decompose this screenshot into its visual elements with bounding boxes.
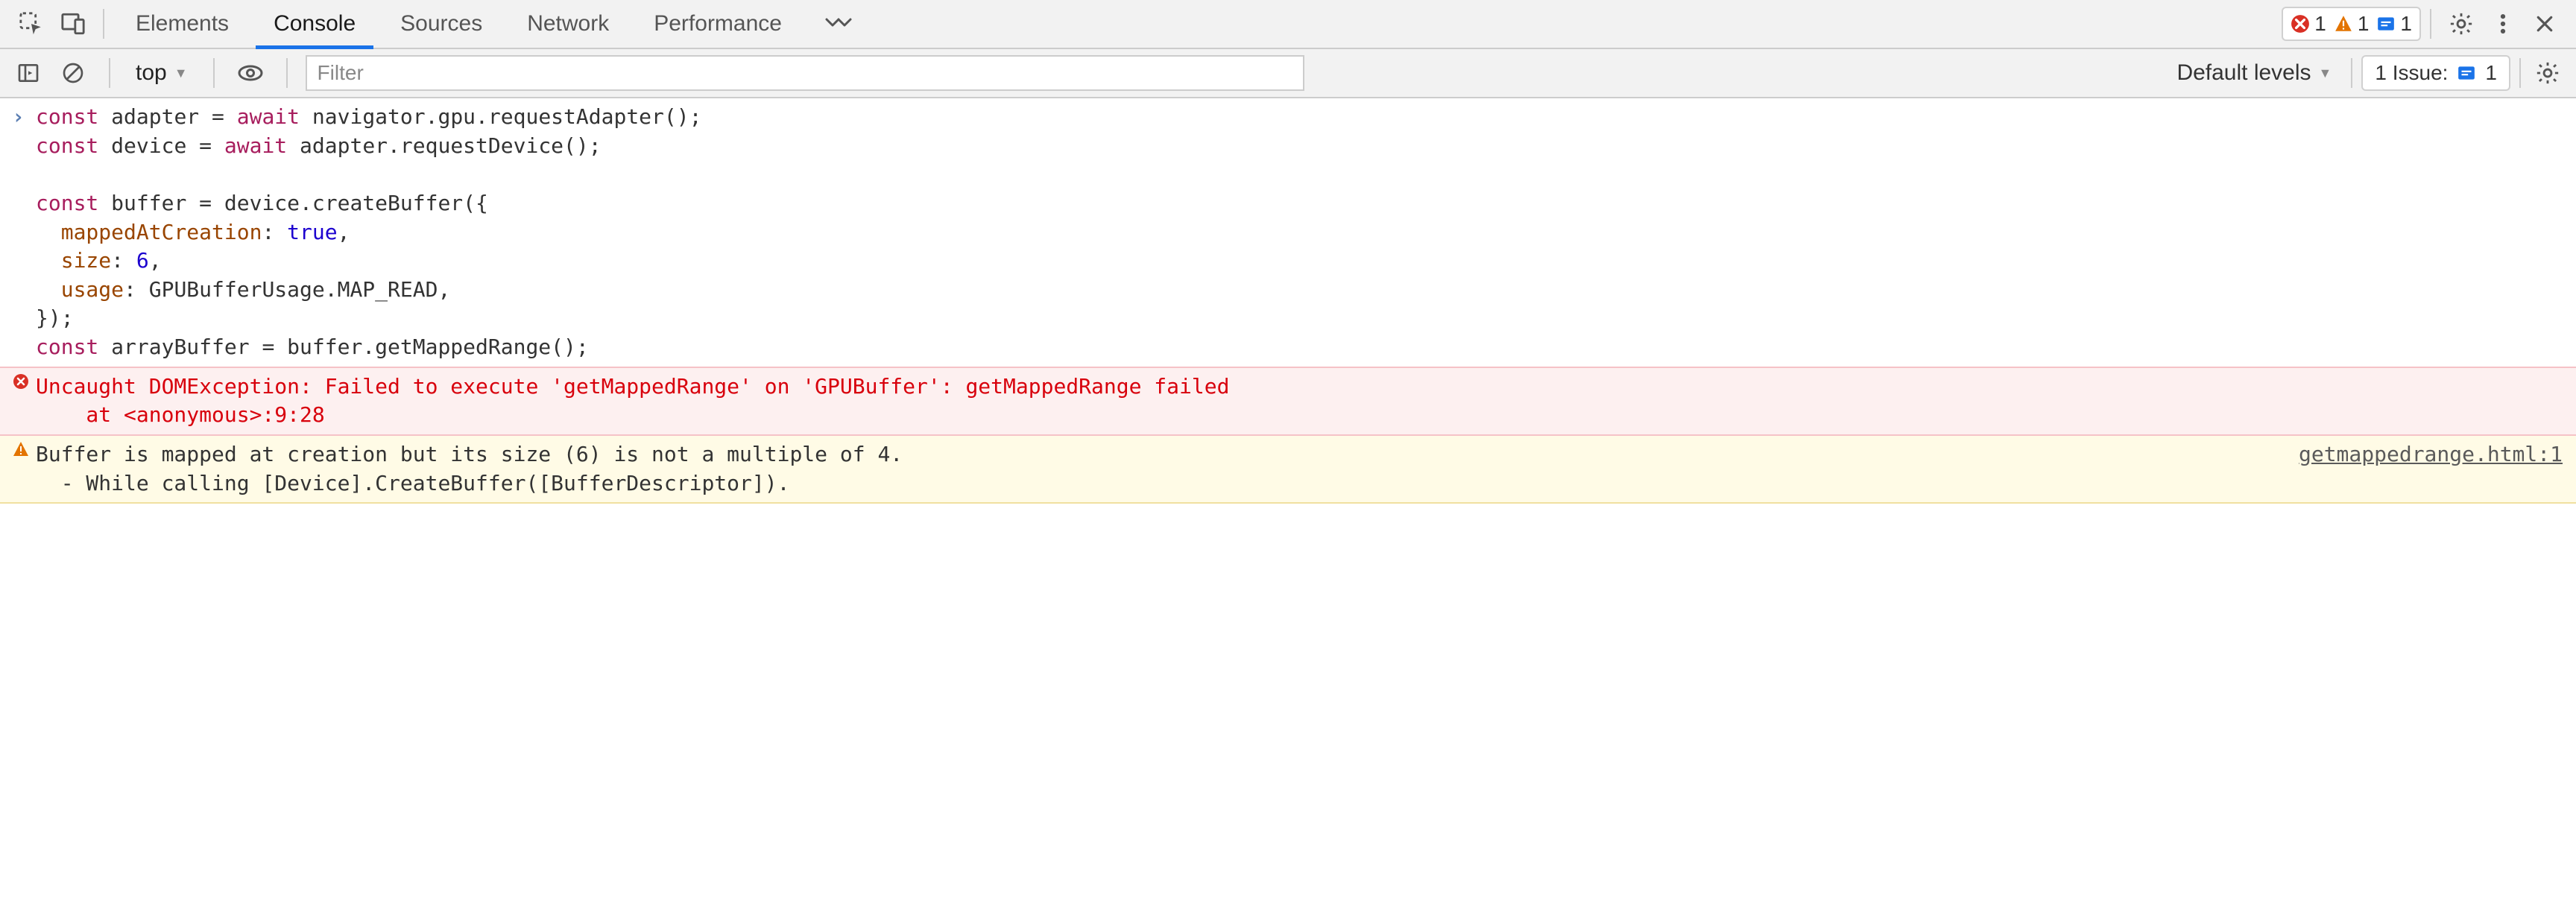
chevron-down-icon: ▼ xyxy=(174,66,188,81)
error-icon xyxy=(12,373,36,430)
tab-label: Elements xyxy=(136,11,229,37)
console-input-row: › const adapter = await navigator.gpu.re… xyxy=(0,98,2576,367)
source-link[interactable]: getmappedrange.html:1 xyxy=(2299,440,2563,469)
close-icon[interactable] xyxy=(2524,3,2566,45)
info-icon xyxy=(2457,63,2476,83)
inspect-element-icon[interactable] xyxy=(10,3,52,45)
tab-network[interactable]: Network xyxy=(505,0,631,48)
execution-context-select[interactable]: top ▼ xyxy=(128,60,195,86)
device-toolbar-icon[interactable] xyxy=(52,3,94,45)
issues-button[interactable]: 1 Issue: 1 xyxy=(2361,55,2510,91)
tab-label: Performance xyxy=(654,11,782,37)
warning-message[interactable]: getmappedrange.html:1Buffer is mapped at… xyxy=(36,440,2563,498)
info-count-value: 1 xyxy=(2400,12,2412,36)
error-count: 1 xyxy=(2291,12,2326,36)
error-message[interactable]: Uncaught DOMException: Failed to execute… xyxy=(36,373,2563,430)
warning-icon xyxy=(12,440,36,498)
message-counts[interactable]: 1 1 1 xyxy=(2282,7,2421,41)
separator xyxy=(2519,58,2521,88)
tab-console[interactable]: Console xyxy=(251,0,378,48)
devtools-tabbar: Elements Console Sources Network Perform… xyxy=(0,0,2576,49)
separator xyxy=(103,9,104,39)
separator xyxy=(2430,9,2431,39)
separator xyxy=(213,58,215,88)
input-chevron-icon: › xyxy=(12,103,36,362)
kebab-menu-icon[interactable] xyxy=(2482,3,2524,45)
warning-icon xyxy=(2334,14,2353,34)
warning-count-value: 1 xyxy=(2358,12,2370,36)
error-icon xyxy=(2291,14,2310,34)
tab-elements[interactable]: Elements xyxy=(113,0,251,48)
separator xyxy=(109,58,110,88)
filter-input[interactable] xyxy=(306,55,1304,91)
log-levels-select[interactable]: Default levels ▼ xyxy=(2166,60,2342,86)
input-code[interactable]: const adapter = await navigator.gpu.requ… xyxy=(36,103,2563,362)
levels-label: Default levels xyxy=(2176,60,2311,86)
console-error-row: Uncaught DOMException: Failed to execute… xyxy=(0,367,2576,436)
context-label: top xyxy=(136,60,167,86)
info-icon xyxy=(2376,14,2396,34)
info-count: 1 xyxy=(2376,12,2412,36)
panel-tabs: Elements Console Sources Network Perform… xyxy=(113,0,873,48)
live-expression-icon[interactable] xyxy=(233,55,268,91)
separator xyxy=(2351,58,2352,88)
sidebar-toggle-icon[interactable] xyxy=(10,55,46,91)
console-output: › const adapter = await navigator.gpu.re… xyxy=(0,98,2576,504)
issues-label: 1 Issue: xyxy=(2375,61,2448,85)
clear-console-icon[interactable] xyxy=(55,55,91,91)
console-toolbar: top ▼ Default levels ▼ 1 Issue: 1 xyxy=(0,49,2576,98)
separator xyxy=(286,58,288,88)
tab-label: Console xyxy=(274,11,356,37)
console-settings-icon[interactable] xyxy=(2530,55,2566,91)
tab-label: Sources xyxy=(400,11,482,37)
more-tabs-button[interactable] xyxy=(804,0,873,48)
error-count-value: 1 xyxy=(2314,12,2326,36)
console-warning-row: getmappedrange.html:1Buffer is mapped at… xyxy=(0,436,2576,504)
tab-label: Network xyxy=(527,11,609,37)
issues-count: 1 xyxy=(2485,61,2497,85)
chevron-down-icon: ▼ xyxy=(2319,66,2332,81)
settings-icon[interactable] xyxy=(2440,3,2482,45)
tab-performance[interactable]: Performance xyxy=(631,0,804,48)
warning-count: 1 xyxy=(2334,12,2370,36)
tab-sources[interactable]: Sources xyxy=(378,0,505,48)
